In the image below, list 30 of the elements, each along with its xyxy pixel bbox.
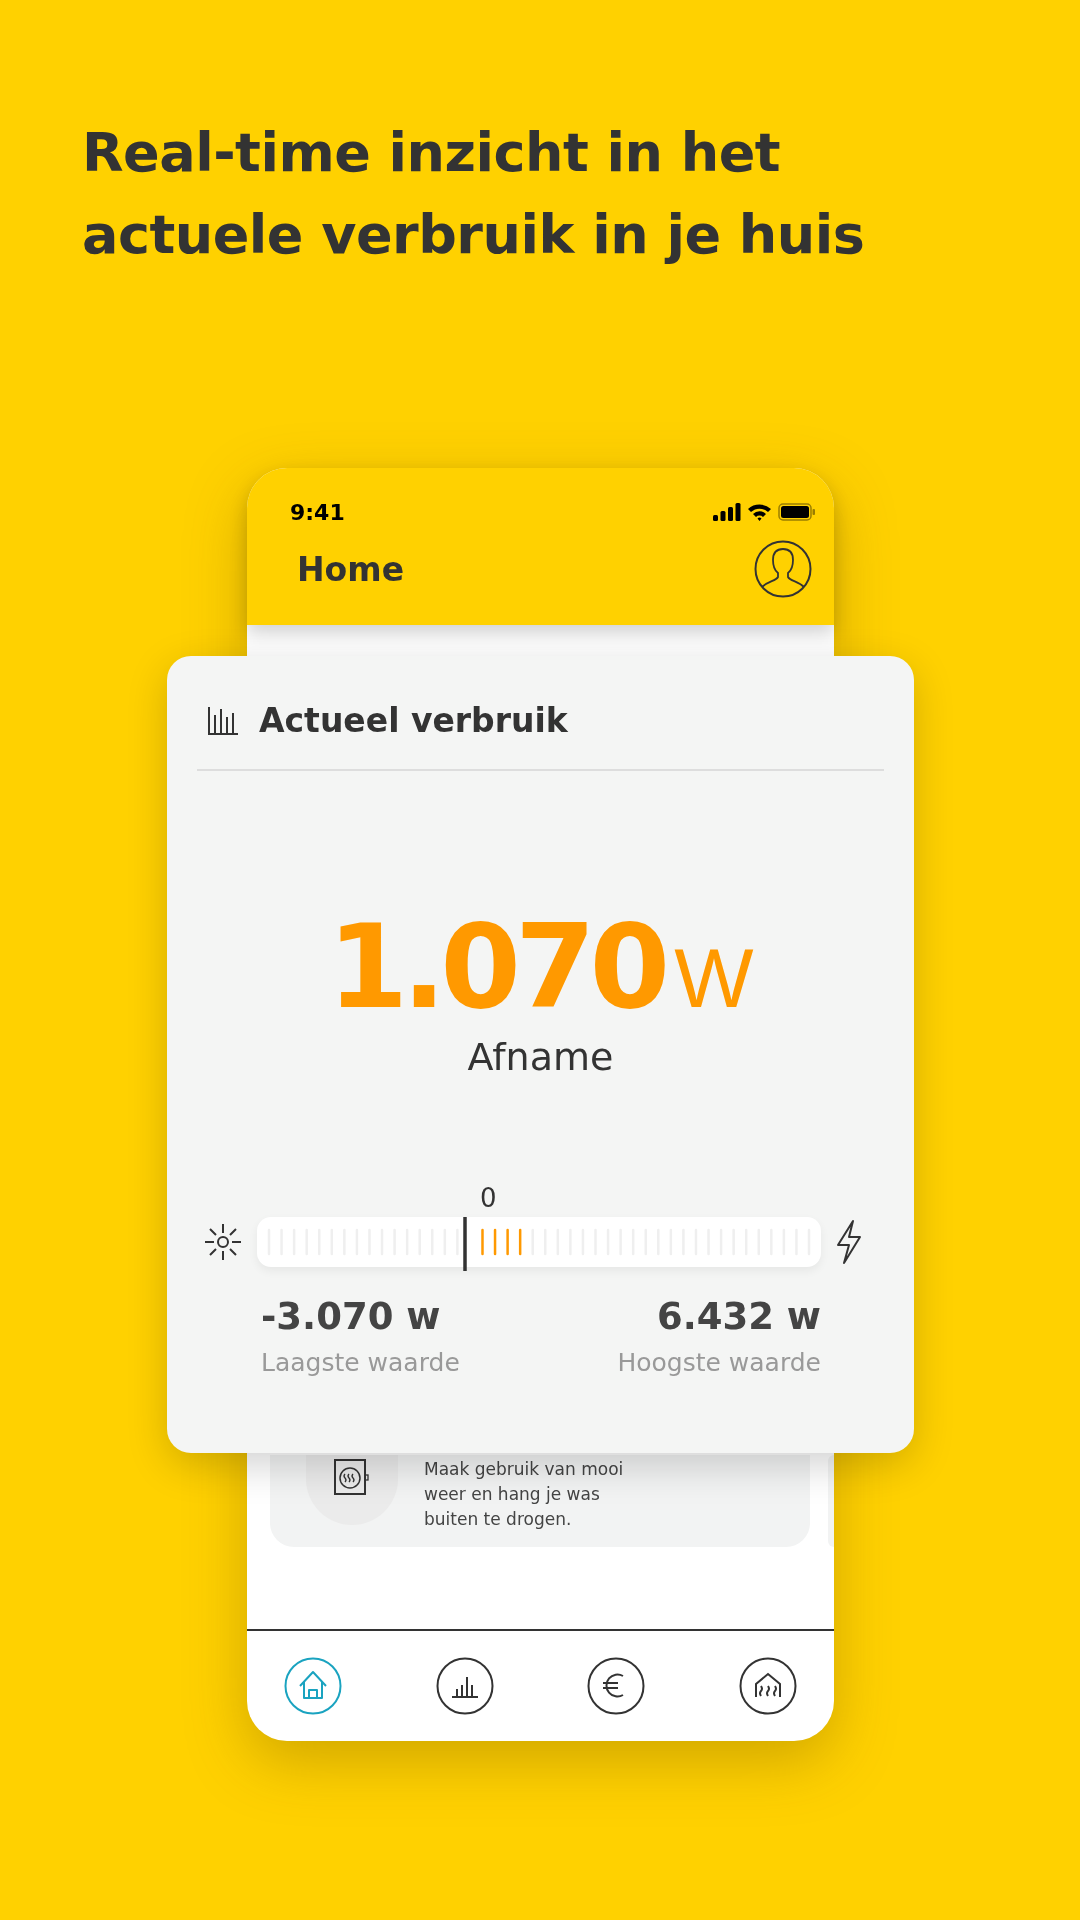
dryer-icon (334, 1459, 370, 1495)
power-value: 1.070 (327, 899, 665, 1034)
zero-label: 0 (480, 1183, 497, 1213)
tip-text: Maak gebruik van mooi weer en hang je was buiten te drogen. (424, 1458, 625, 1531)
signal-icon (713, 503, 741, 521)
highest-value: 6.432 w (656, 1295, 821, 1338)
lowest-label: Laagste waarde (261, 1348, 460, 1377)
bar-chart-icon (207, 705, 239, 735)
tab-button[interactable] (738, 1657, 797, 1715)
bar-chart-icon (435, 1657, 494, 1715)
heated-house-icon (738, 1657, 797, 1715)
euro-icon (587, 1657, 646, 1715)
zero-marker (463, 1217, 467, 1271)
home-icon (284, 1657, 342, 1715)
tip-card[interactable]: Maak gebruik van mooi weer en hang je was buiten te drogen. (270, 1455, 810, 1547)
headline: Real-time inzicht in het actuele verbruik in je huis (81, 120, 866, 268)
status-time: 9:41 (290, 499, 345, 525)
sun-icon (203, 1222, 243, 1262)
power-unit: W (674, 930, 754, 1027)
tab-button[interactable] (435, 1657, 494, 1715)
direction-label: Afname (466, 1035, 615, 1079)
screen-title: Home (297, 549, 405, 589)
lightning-icon (835, 1219, 863, 1265)
lowest-value: -3.070 w (261, 1295, 442, 1338)
highest-label: Hoogste waarde (617, 1348, 821, 1377)
tab-button[interactable] (587, 1657, 646, 1715)
battery-icon (778, 503, 816, 521)
profile-icon[interactable] (754, 540, 812, 598)
card-title: Actueel verbruik (259, 700, 568, 740)
wifi-icon (747, 503, 772, 521)
